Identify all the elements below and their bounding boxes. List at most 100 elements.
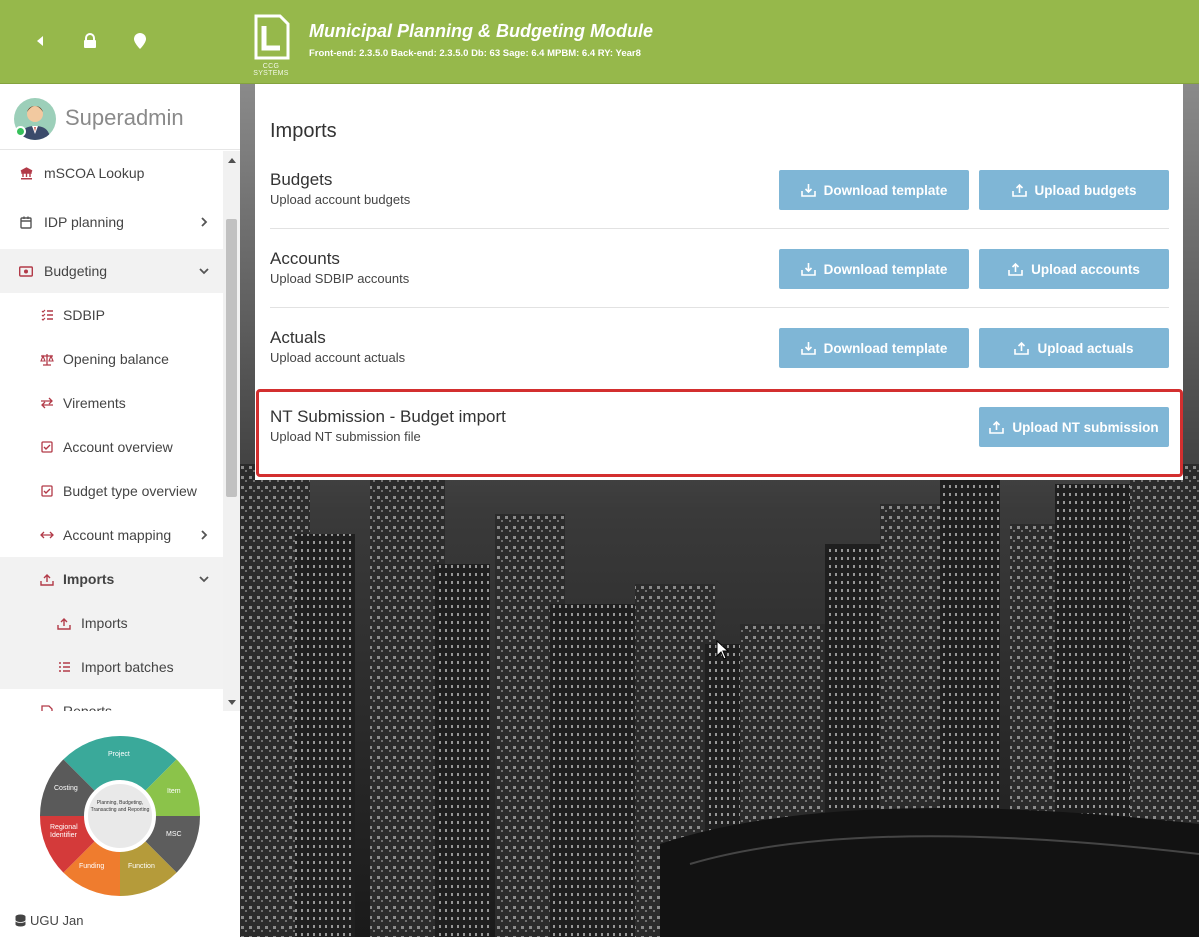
sidebar-item-import-batches[interactable]: Import batches: [0, 645, 223, 689]
sidebar-item-label: Import batches: [81, 659, 174, 675]
section-title: Actuals: [270, 328, 326, 347]
sidebar-menu: mSCOA Lookup IDP planning Budgeting SDBI…: [0, 151, 223, 711]
checkbox-icon: [40, 440, 54, 454]
sidebar-item-label: Reports: [63, 703, 113, 711]
chevron-down-icon: [199, 268, 209, 275]
sidebar-item-label: Imports: [81, 615, 128, 631]
sidebar-item-label: mSCOA Lookup: [44, 165, 145, 181]
wheel-segment-label: Function: [128, 863, 155, 870]
version-info: Front-end: 2.3.5.0 Back-end: 2.3.5.0 Db:…: [309, 48, 641, 59]
upload-actuals-button[interactable]: Upload actuals: [979, 328, 1169, 368]
sidebar-item-idp-planning[interactable]: IDP planning: [0, 200, 223, 244]
location-icon[interactable]: [129, 30, 151, 52]
wheel-segment-label: Funding: [79, 863, 105, 870]
sidebar-scrollbar[interactable]: [223, 151, 240, 711]
checkbox-icon: [40, 484, 54, 498]
logo-caption: CCG SYSTEMS: [253, 63, 289, 77]
section-subtitle: Upload account budgets: [270, 192, 411, 207]
sidebar-item-label: Virements: [63, 395, 126, 411]
sidebar-item-reports[interactable]: Reports: [0, 689, 223, 711]
upload-budgets-button[interactable]: Upload budgets: [979, 170, 1169, 210]
chevron-down-icon: [199, 576, 209, 583]
sidebar-item-label: Opening balance: [63, 351, 169, 367]
sidebar-item-budget-type-overview[interactable]: Budget type overview: [0, 469, 223, 513]
scale-icon: [40, 352, 54, 366]
list-icon: [57, 660, 71, 674]
top-bar: CCG SYSTEMS Municipal Planning & Budgeti…: [0, 0, 1199, 84]
highlight-box: [256, 389, 1183, 477]
button-label: Download template: [823, 182, 948, 198]
online-status-dot: [15, 126, 26, 137]
download-icon: [800, 342, 816, 355]
section-title: Accounts: [270, 249, 340, 268]
section-subtitle: Upload SDBIP accounts: [270, 271, 410, 286]
transfer-icon: [40, 396, 54, 410]
upload-accounts-button[interactable]: Upload accounts: [979, 249, 1169, 289]
upload-icon: [40, 572, 54, 586]
money-icon: [19, 264, 33, 278]
planning-cycle-diagram: Planning, Budgeting, Transacting and Rep…: [38, 734, 202, 898]
report-icon: [40, 704, 54, 711]
chevron-right-icon: [201, 217, 208, 227]
section-title: Budgets: [270, 170, 333, 189]
sidebar-item-virements[interactable]: Virements: [0, 381, 223, 425]
sidebar-item-label: Imports: [63, 571, 115, 587]
calendar-icon: [19, 215, 33, 229]
sidebar-item-label: Budget type overview: [63, 483, 197, 499]
list-check-icon: [40, 308, 54, 322]
wheel-segment-label: Project: [108, 751, 130, 758]
sidebar-item-account-mapping[interactable]: Account mapping: [0, 513, 223, 557]
upload-icon: [1008, 262, 1023, 276]
download-template-button[interactable]: Download template: [779, 170, 969, 210]
download-icon: [800, 184, 816, 197]
chevron-right-icon: [201, 530, 208, 540]
bank-icon: [19, 166, 33, 180]
sidebar-item-label: Account overview: [63, 439, 173, 455]
button-label: Upload accounts: [1031, 261, 1140, 277]
sidebar-item-sdbip[interactable]: SDBIP: [0, 293, 223, 337]
sidebar-item-account-overview[interactable]: Account overview: [0, 425, 223, 469]
wheel-segment-label: Costing: [54, 785, 78, 792]
sidebar-item-mscoa-lookup[interactable]: mSCOA Lookup: [0, 151, 223, 195]
sidebar-item-label: Budgeting: [44, 263, 108, 279]
section-divider: [270, 228, 1169, 229]
user-profile: Superadmin: [0, 84, 240, 150]
scroll-thumb[interactable]: [226, 219, 237, 497]
database-icon: [15, 914, 26, 927]
button-label: Upload budgets: [1034, 182, 1137, 198]
sidebar: Superadmin mSCOA Lookup IDP planning Bud…: [0, 84, 240, 937]
wheel-segment-label: Item: [167, 788, 181, 795]
back-icon[interactable]: [29, 30, 51, 52]
button-label: Download template: [823, 261, 948, 277]
app-title: Municipal Planning & Budgeting Module: [309, 21, 653, 41]
scroll-up-arrow-icon[interactable]: [223, 151, 240, 168]
sidebar-item-opening-balance[interactable]: Opening balance: [0, 337, 223, 381]
sidebar-item-imports[interactable]: Imports: [0, 601, 223, 645]
arrows-h-icon: [40, 528, 54, 542]
sidebar-item-imports-group[interactable]: Imports: [0, 557, 223, 601]
button-label: Download template: [823, 340, 948, 356]
page-title: Imports: [270, 120, 337, 142]
upload-icon: [1014, 341, 1030, 355]
wheel-segment-label: MSC: [166, 831, 182, 838]
sidebar-item-label: SDBIP: [63, 307, 106, 323]
mouse-cursor-icon: [716, 640, 730, 660]
wheel-center-label: Planning, Budgeting, Transacting and Rep…: [90, 800, 150, 813]
lock-icon[interactable]: [79, 30, 101, 52]
database-indicator: UGU Jan: [15, 913, 83, 928]
section-divider: [270, 307, 1169, 308]
scroll-down-arrow-icon[interactable]: [223, 694, 240, 711]
download-template-button[interactable]: Download template: [779, 328, 969, 368]
sidebar-item-budgeting[interactable]: Budgeting: [0, 249, 223, 293]
download-template-button[interactable]: Download template: [779, 249, 969, 289]
database-name: UGU Jan: [30, 913, 84, 928]
sidebar-item-label: Account mapping: [63, 527, 172, 543]
username: Superadmin: [65, 105, 184, 130]
upload-icon: [57, 616, 71, 630]
upload-icon: [1011, 183, 1027, 197]
button-label: Upload actuals: [1037, 340, 1134, 356]
download-icon: [800, 263, 816, 276]
wheel-segment-label: Regional Identifier: [50, 824, 78, 839]
section-subtitle: Upload account actuals: [270, 350, 406, 365]
sidebar-item-label: IDP planning: [44, 214, 124, 230]
